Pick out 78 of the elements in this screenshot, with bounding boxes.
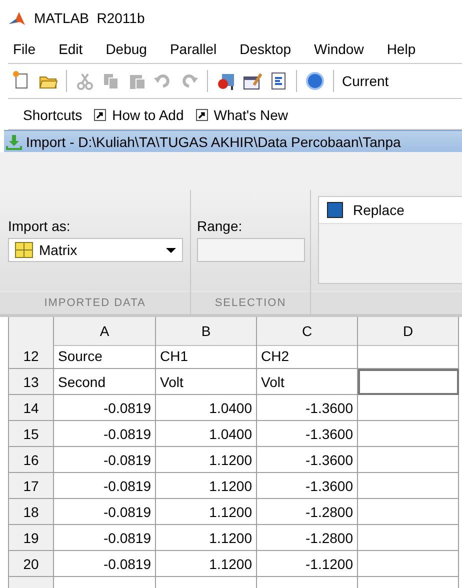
square-icon	[327, 202, 343, 218]
table-cell[interactable]: -1.1200	[257, 551, 358, 577]
import-as-label: Import as:	[8, 218, 70, 234]
menu-item[interactable]: Desktop	[232, 38, 300, 60]
table-cell[interactable]: -0.0819	[54, 421, 156, 447]
column-header[interactable]: D	[358, 317, 459, 346]
table-cell[interactable]: -1.3600	[257, 421, 358, 447]
range-field[interactable]	[197, 238, 305, 262]
shortcut-icon[interactable]	[94, 109, 106, 121]
table-cell[interactable]	[358, 343, 459, 369]
table-cell[interactable]: 1.1200	[156, 499, 257, 525]
corner-header[interactable]	[9, 317, 54, 346]
table-cell[interactable]: -0.0819	[54, 525, 156, 551]
table-cell[interactable]: -0.0819	[54, 551, 156, 577]
import-window-title: Import - D:\Kuliah\TA\TUGAS AKHIR\Data Percobaan\Tanpa	[26, 134, 401, 150]
replace-label: Replace	[353, 202, 404, 218]
table-cell[interactable]	[358, 525, 459, 551]
table-cell[interactable]: 1.1200	[156, 473, 257, 499]
table-cell[interactable]: Volt	[257, 369, 358, 395]
shortcut-icon[interactable]	[196, 109, 208, 121]
current-folder-label: Current	[342, 73, 389, 89]
row-number[interactable]: 18	[9, 499, 54, 525]
row-number[interactable]: 19	[9, 525, 54, 551]
menu-item[interactable]: File	[5, 38, 44, 60]
caret-icon	[166, 248, 176, 252]
table-cell[interactable]	[358, 447, 459, 473]
range-label: Range:	[197, 218, 242, 234]
row-number[interactable]: 16	[9, 447, 54, 473]
table-cell[interactable]: -0.0819	[54, 447, 156, 473]
import-type-dropdown[interactable]: Matrix	[8, 238, 183, 262]
table-cell[interactable]: 1.1200	[156, 525, 257, 551]
form-edit-icon[interactable]	[242, 71, 262, 91]
shortcut-link[interactable]: How to Add	[112, 107, 184, 123]
column-header[interactable]: C	[257, 317, 358, 346]
table-cell[interactable]: 1.1200	[156, 551, 257, 577]
table-cell[interactable]: -1.2800	[257, 499, 358, 525]
table-cell[interactable]: 1.0400	[156, 395, 257, 421]
row-number[interactable]: 15	[9, 421, 54, 447]
shortcut-link[interactable]: What's New	[214, 107, 288, 123]
row-number[interactable]: 14	[9, 395, 54, 421]
table-cell[interactable]: 1.0400	[156, 421, 257, 447]
column-header[interactable]: B	[156, 317, 257, 346]
help-icon[interactable]	[305, 71, 325, 91]
table-cell[interactable]: -0.0819	[54, 473, 156, 499]
import-icon	[6, 134, 22, 150]
row-number[interactable]: 17	[9, 473, 54, 499]
menu-item[interactable]: Debug	[98, 38, 155, 60]
app-logo-icon	[8, 10, 26, 26]
table-cell[interactable]: CH2	[257, 343, 358, 369]
table-cell[interactable]	[358, 421, 459, 447]
table-cell[interactable]: -0.0819	[54, 499, 156, 525]
table-cell[interactable]: 1.1200	[156, 447, 257, 473]
table-cell[interactable]: Source	[54, 343, 156, 369]
table-cell[interactable]	[358, 473, 459, 499]
column-header[interactable]: A	[54, 317, 156, 346]
table-cell[interactable]: -0.0819	[54, 395, 156, 421]
window-title: MATLAB R2011b	[34, 10, 145, 26]
menu-item[interactable]: Edit	[50, 38, 91, 60]
table-cell[interactable]: -1.2800	[257, 525, 358, 551]
menu-item[interactable]: Help	[378, 38, 424, 60]
table-cell[interactable]: CH1	[156, 343, 257, 369]
table-cell[interactable]: -1.3600	[257, 447, 358, 473]
table-cell[interactable]	[358, 499, 459, 525]
menu-item[interactable]: Window	[306, 38, 372, 60]
matrix-icon	[15, 242, 33, 258]
table-cell[interactable]: -1.3600	[257, 395, 358, 421]
table-cell[interactable]: Second	[54, 369, 156, 395]
row-number[interactable]: 20	[9, 551, 54, 577]
table-cell[interactable]: -1.3600	[257, 473, 358, 499]
table-cell[interactable]: Volt	[156, 369, 257, 395]
row-number[interactable]: 13	[9, 369, 54, 395]
shortcuts-label[interactable]: Shortcuts	[23, 107, 82, 123]
table-cell[interactable]	[358, 551, 459, 577]
table-cell[interactable]	[358, 369, 459, 395]
menu-item[interactable]: Parallel	[162, 38, 225, 60]
table-cell[interactable]	[358, 395, 459, 421]
row-number[interactable]: 12	[9, 343, 54, 369]
blocks-icon[interactable]	[216, 71, 236, 91]
